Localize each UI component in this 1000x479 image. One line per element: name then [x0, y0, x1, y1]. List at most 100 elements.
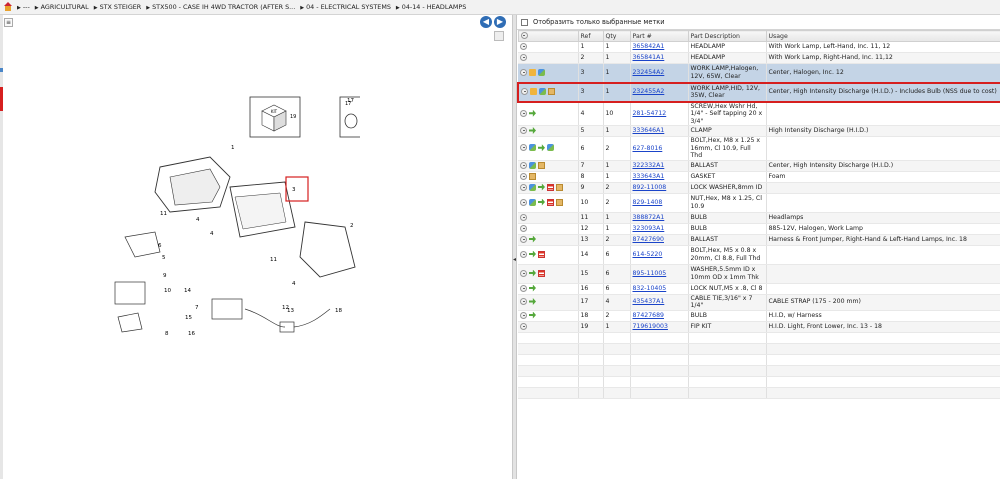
callout-label[interactable]: 4	[210, 231, 214, 237]
part-number-link[interactable]: 832-10405	[633, 285, 667, 292]
table-row[interactable]: 7 1 322332A1 BALLAST Center, High Intensity …	[518, 160, 1000, 172]
callout-label[interactable]: 11	[270, 257, 277, 263]
callout-label[interactable]: 17	[347, 98, 354, 104]
table-row[interactable]: 14 6 614-5220 BOLT,Hex, M5 x 0.8 x 20mm, Cl…	[518, 245, 1000, 265]
table-row[interactable]: 9 2 892-11008 LOCK WASHER,8mm ID	[518, 182, 1000, 194]
next-button[interactable]: ▶	[494, 16, 506, 28]
add-icon[interactable]	[520, 43, 527, 50]
table-row[interactable]: 8 1 333643A1 GASKET Foam	[518, 171, 1000, 183]
callout-label[interactable]: 3	[292, 187, 296, 193]
part-number-link[interactable]: 323093A1	[633, 225, 665, 232]
part-number-link[interactable]: 435437A1	[633, 298, 665, 305]
part-number-link[interactable]: 719619003	[633, 323, 668, 330]
callout-label[interactable]: 10	[164, 288, 171, 294]
callout-label[interactable]: 1	[231, 145, 235, 151]
add-icon[interactable]	[520, 250, 527, 258]
add-icon[interactable]	[520, 311, 527, 319]
column-header[interactable]: Qty	[602, 30, 631, 42]
callout-label[interactable]: 9	[163, 273, 167, 279]
table-row[interactable]: 18 2 87427689 BULB H.I.D, w/ Harness	[518, 310, 1000, 322]
callout-label[interactable]: 15	[185, 315, 192, 321]
column-header[interactable]: Usage	[765, 30, 1000, 42]
part-number-link[interactable]: 614-5220	[633, 251, 663, 258]
part-number-link[interactable]: 892-11008	[633, 184, 667, 191]
table-row[interactable]: 1 1 365842A1 HEADLAMP With Work Lamp, Left-H…	[518, 41, 1000, 53]
callout-label[interactable]: 5	[162, 255, 166, 261]
add-icon[interactable]	[520, 322, 527, 330]
add-all-icon[interactable]	[520, 32, 528, 40]
table-row[interactable]: 5 1 333646A1 CLAMP High Intensity Discharge …	[518, 125, 1000, 137]
column-header[interactable]: Part #	[629, 30, 689, 42]
add-icon[interactable]	[520, 284, 527, 292]
table-row[interactable]: 6 2 627-8016 BOLT,Hex, M8 x 1.25 x 16mm, Cl…	[518, 136, 1000, 161]
breadcrumb-item[interactable]: ▶ STX500 - CASE IH 4WD TRACTOR (AFTER S..…	[146, 3, 295, 11]
part-number-link[interactable]: 388872A1	[633, 214, 665, 221]
table-row[interactable]: 3 1 232454A2 WORK LAMP,Halogen, 12V, 65W, C…	[518, 63, 1000, 83]
add-icon[interactable]	[520, 127, 527, 134]
column-header[interactable]: Ref	[577, 30, 604, 42]
part-number-link[interactable]: 895-11005	[633, 270, 667, 277]
table-row[interactable]: 15 6 895-11005 WASHER,5.5mm ID x 10mm OD x …	[518, 264, 1000, 284]
add-icon[interactable]	[520, 54, 527, 61]
breadcrumb-item[interactable]: ▶ STX STEIGER	[94, 3, 142, 11]
column-header[interactable]	[517, 30, 579, 42]
part-number-link[interactable]: 87427690	[633, 236, 665, 243]
column-header[interactable]: Part Description	[687, 30, 767, 42]
table-row[interactable]: 11 1 388872A1 BULB Headlamps	[518, 212, 1000, 224]
table-row[interactable]: 10 2 829-1408 NUT,Hex, M8 x 1.25, Cl 10.9	[518, 193, 1000, 213]
breadcrumb-item[interactable]: ▶ 04 - ELECTRICAL SYSTEMS	[300, 3, 391, 11]
breadcrumb-item[interactable]: ▶ 04-14 - HEADLAMPS	[396, 3, 466, 11]
table-row[interactable]: 4 10 281-54712 SCREW,Hex Wshr Hd, 1/4" - Se…	[518, 101, 1000, 126]
breadcrumb-item[interactable]: ▶ AGRICULTURAL	[35, 3, 89, 11]
home-icon[interactable]	[3, 2, 13, 12]
highlight-callout[interactable]	[285, 176, 309, 202]
callout-label[interactable]: 8	[165, 331, 169, 337]
add-icon[interactable]	[520, 109, 527, 117]
callout-label[interactable]: 4	[292, 281, 296, 287]
add-icon[interactable]	[520, 235, 527, 243]
table-row[interactable]: 13 2 87427690 BALLAST Harness & Front Jumper…	[518, 234, 1000, 246]
part-number-link[interactable]: 333643A1	[633, 173, 665, 180]
callout-label[interactable]: 16	[188, 331, 195, 337]
callout-label[interactable]: 14	[184, 288, 191, 294]
toolbar-button[interactable]: ≡	[4, 18, 13, 27]
table-row[interactable]: 19 1 719619003 FIP KIT H.I.D. Light, Front L…	[518, 321, 1000, 333]
add-icon[interactable]	[520, 68, 527, 76]
add-icon[interactable]	[520, 269, 527, 277]
previous-button[interactable]: ◀	[480, 16, 492, 28]
callout-label[interactable]: 2	[350, 223, 354, 229]
add-icon[interactable]	[520, 213, 527, 221]
part-number-link[interactable]: 87427689	[633, 312, 665, 319]
add-icon[interactable]	[520, 183, 527, 191]
part-number-link[interactable]: 829-1408	[633, 199, 663, 206]
part-number-link[interactable]: 281-54712	[633, 110, 667, 117]
table-row[interactable]: 12 1 323093A1 BULB 885-12V, Halogen, Work La…	[518, 223, 1000, 235]
callout-label[interactable]: 6	[158, 243, 162, 249]
table-row[interactable]: 17 4 435437A1 CABLE TIE,3/16" x 7 1/4" CABLE…	[518, 294, 1000, 311]
table-row[interactable]: 3 1 232455A2 WORK LAMP,HID, 12V, 35W, Clear…	[517, 81, 1000, 103]
part-number-link[interactable]: 627-8016	[633, 145, 663, 152]
part-number-link[interactable]: 365842A1	[633, 43, 665, 50]
add-icon[interactable]	[521, 88, 528, 95]
add-icon[interactable]	[520, 198, 527, 206]
table-row[interactable]: 2 1 365841A1 HEADLAMP With Work Lamp, Right-…	[518, 52, 1000, 64]
table-row[interactable]: 16 6 832-10405 LOCK NUT,M5 x .8, Cl 8	[518, 283, 1000, 295]
part-number-link[interactable]: 232454A2	[633, 69, 665, 76]
collapse-button[interactable]	[494, 31, 504, 41]
add-icon[interactable]	[520, 144, 527, 152]
part-number-link[interactable]: 333646A1	[633, 127, 665, 134]
callout-label[interactable]: 18	[335, 308, 342, 314]
part-number-link[interactable]: 365841A1	[633, 54, 665, 61]
callout-label[interactable]: 4	[196, 217, 200, 223]
breadcrumb-item[interactable]: ▶ ---	[17, 3, 30, 11]
callout-label[interactable]: 13	[287, 308, 294, 314]
add-icon[interactable]	[520, 172, 527, 180]
part-number-link[interactable]: 322332A1	[633, 162, 665, 169]
add-icon[interactable]	[520, 298, 527, 305]
callout-label[interactable]: 7	[195, 305, 199, 311]
filter-checkbox[interactable]	[521, 18, 528, 26]
add-icon[interactable]	[520, 161, 527, 169]
callout-label[interactable]: 11	[160, 211, 167, 217]
part-number-link[interactable]: 232455A2	[633, 88, 665, 95]
add-icon[interactable]	[520, 224, 527, 232]
